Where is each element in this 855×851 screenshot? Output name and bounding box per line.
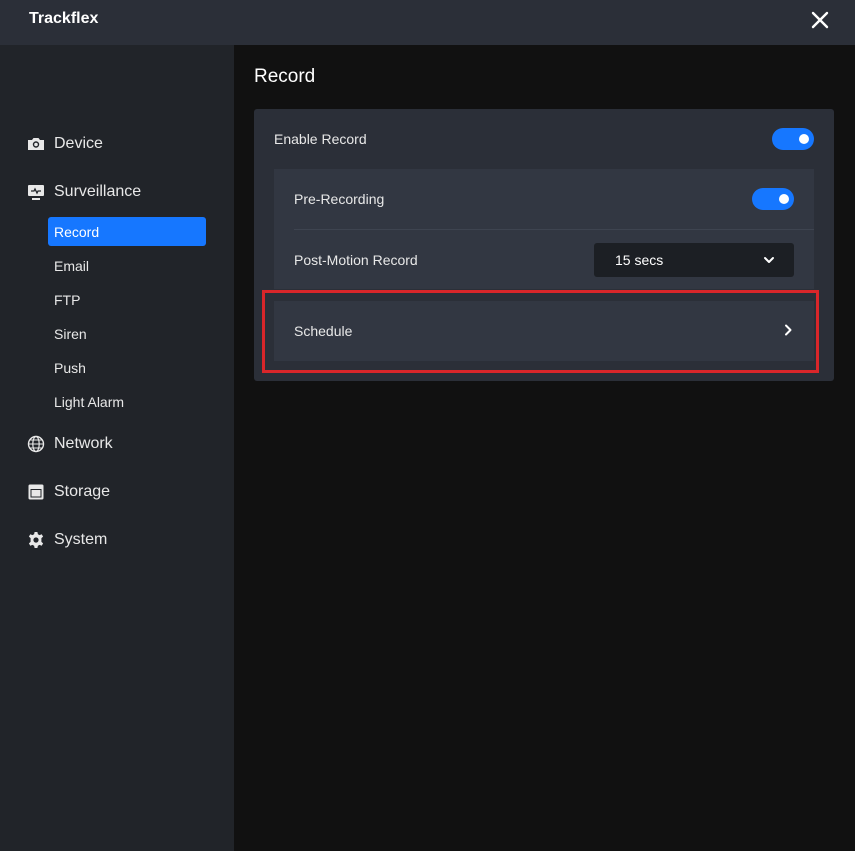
app-title: Trackflex [29, 10, 99, 27]
globe-icon [26, 435, 45, 454]
post-motion-record-value: 15 secs [615, 252, 664, 268]
sidebar-item-network[interactable]: Network [26, 432, 113, 456]
schedule-label: Schedule [294, 323, 353, 339]
gear-icon [26, 531, 45, 550]
sidebar-subitem-siren[interactable]: Siren [48, 319, 206, 348]
enable-record-label: Enable Record [274, 131, 367, 147]
sidebar-item-label: Storage [54, 483, 111, 500]
pre-recording-label: Pre-Recording [294, 191, 385, 207]
pre-recording-toggle[interactable] [752, 188, 794, 210]
sidebar-item-storage[interactable]: Storage [26, 480, 110, 504]
monitor-icon [26, 183, 45, 202]
sidebar-subitem-ftp[interactable]: FTP [48, 285, 206, 314]
page-title: Record [254, 66, 316, 87]
toggle-knob [799, 134, 809, 144]
title-bar: Trackflex [0, 0, 855, 45]
app-window: Trackflex Device Surveillance Record Ema… [0, 0, 855, 851]
sidebar-subitem-push[interactable]: Push [48, 353, 206, 382]
enable-record-toggle[interactable] [772, 128, 814, 150]
close-button[interactable] [808, 9, 832, 33]
post-motion-record-label: Post-Motion Record [294, 252, 418, 268]
post-motion-record-select[interactable]: 15 secs [594, 243, 794, 277]
camera-icon [26, 135, 45, 154]
sidebar-subitem-light-alarm[interactable]: Light Alarm [48, 387, 206, 416]
sidebar-subitem-email[interactable]: Email [48, 251, 206, 280]
divider [294, 229, 814, 230]
sidebar-item-label: Surveillance [54, 183, 142, 200]
sidebar-item-label: System [54, 531, 108, 548]
schedule-row[interactable]: Schedule [274, 301, 814, 361]
toggle-knob [779, 194, 789, 204]
chevron-right-icon [785, 324, 792, 336]
sidebar-subitem-record[interactable]: Record [48, 217, 206, 246]
sidebar-item-device[interactable]: Device [26, 132, 103, 156]
storage-icon [26, 483, 45, 502]
sidebar-item-surveillance[interactable]: Surveillance [26, 180, 141, 204]
sidebar-item-label: Device [54, 135, 103, 152]
sidebar-item-system[interactable]: System [26, 528, 107, 552]
close-icon [811, 11, 829, 29]
sidebar-item-label: Network [54, 435, 113, 452]
chevron-down-icon [764, 257, 774, 263]
